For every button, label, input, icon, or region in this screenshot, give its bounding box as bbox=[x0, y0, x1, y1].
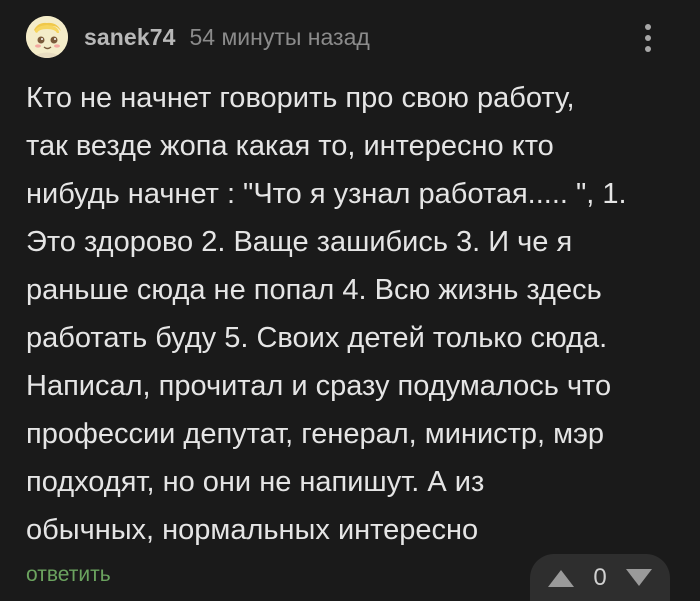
vote-control: 0 bbox=[530, 554, 670, 601]
comment-text-line: подходят, но они не напишут. А из bbox=[26, 466, 485, 498]
comment-text-line: профессии депутат, генерал, министр, мэр bbox=[26, 418, 605, 450]
comment-text-line: Это здорово 2. Ваще зашибись 3. И че я bbox=[26, 226, 573, 258]
comment-text-line: Написал, прочитал и сразу подумалось что bbox=[26, 370, 612, 402]
reply-button[interactable]: ответить bbox=[26, 563, 111, 587]
comment-text-line: Кто не начнет говорить про свою работу, bbox=[26, 82, 575, 114]
comment: sanek74 54 минуты назад Кто не начнет го… bbox=[0, 0, 700, 601]
username[interactable]: sanek74 bbox=[84, 24, 176, 51]
upvote-button[interactable] bbox=[546, 566, 576, 590]
more-options-button[interactable] bbox=[634, 18, 662, 58]
timestamp: 54 минуты назад bbox=[189, 23, 370, 50]
triangle-down-icon bbox=[625, 568, 652, 586]
comment-text-line: работать буду 5. Своих детей только сюда… bbox=[26, 322, 608, 354]
rating-count: 0 bbox=[593, 563, 607, 591]
more-vertical-icon-dot bbox=[645, 35, 651, 41]
comment-header: sanek74 54 минуты назад bbox=[26, 16, 370, 58]
downvote-button[interactable] bbox=[624, 566, 654, 590]
triangle-up-icon bbox=[548, 569, 574, 587]
comment-text-line: обычных, нормальных интересно bbox=[26, 514, 479, 546]
comment-text-line: так везде жопа какая то, интересно кто bbox=[26, 130, 554, 162]
comment-text: Кто не начнет говорить про свою работу, … bbox=[26, 74, 676, 554]
avatar[interactable] bbox=[26, 16, 68, 58]
comment-text-line: раньше сюда не попал 4. Всю жизнь здесь bbox=[26, 274, 602, 306]
avatar-icon bbox=[26, 16, 68, 58]
more-vertical-icon-dot bbox=[645, 46, 651, 52]
comment-text-line: нибудь начнет : "Что я узнал работая....… bbox=[26, 178, 627, 210]
more-vertical-icon bbox=[645, 24, 651, 30]
